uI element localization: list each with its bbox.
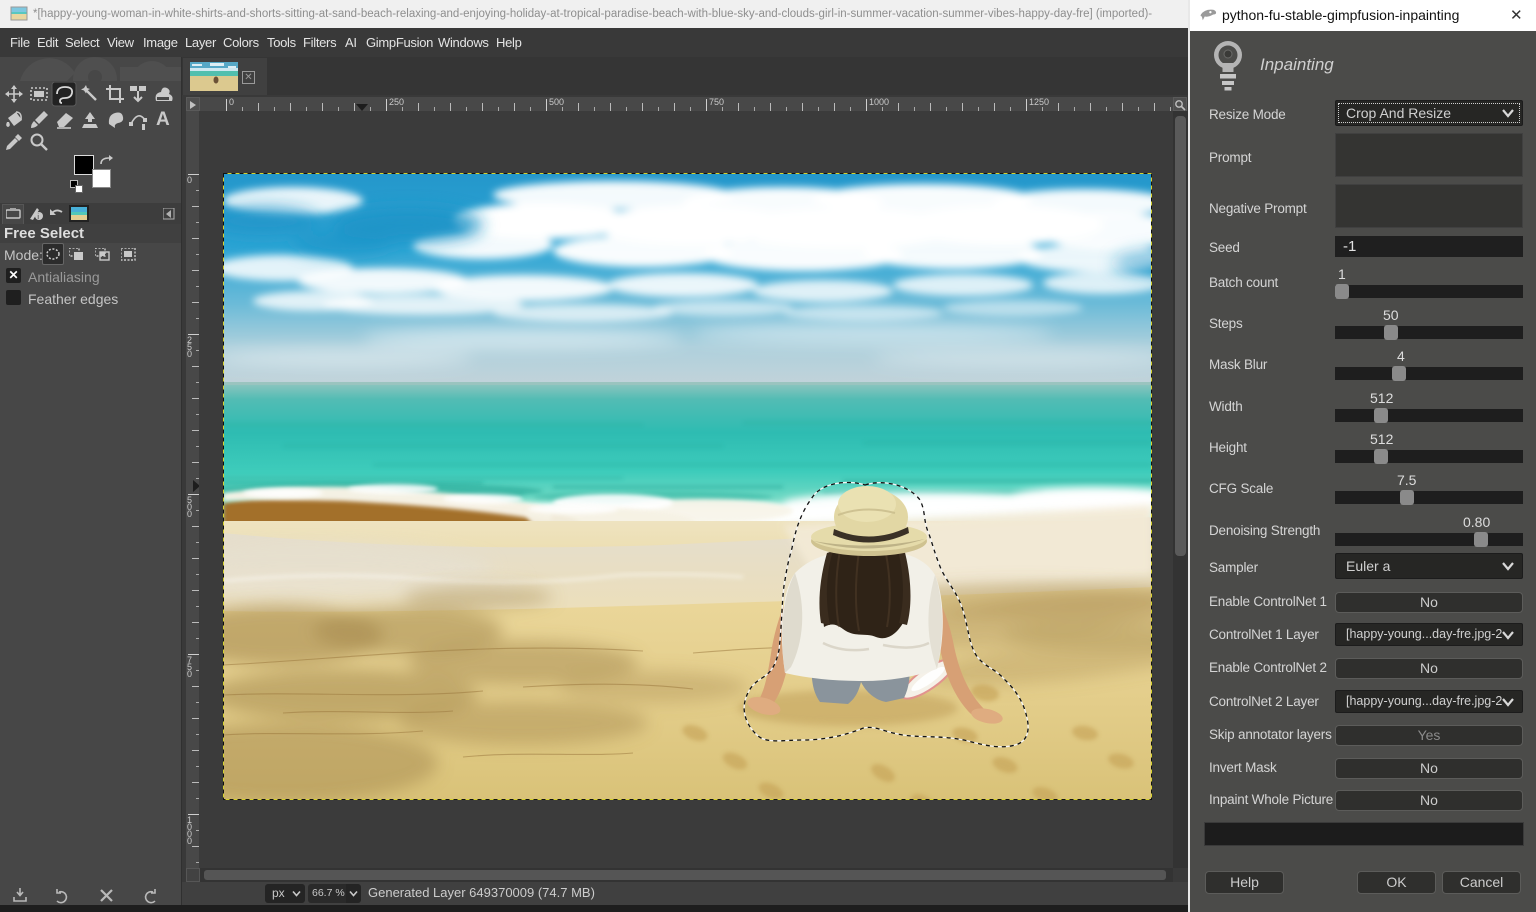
svg-text:A: A	[156, 109, 170, 130]
